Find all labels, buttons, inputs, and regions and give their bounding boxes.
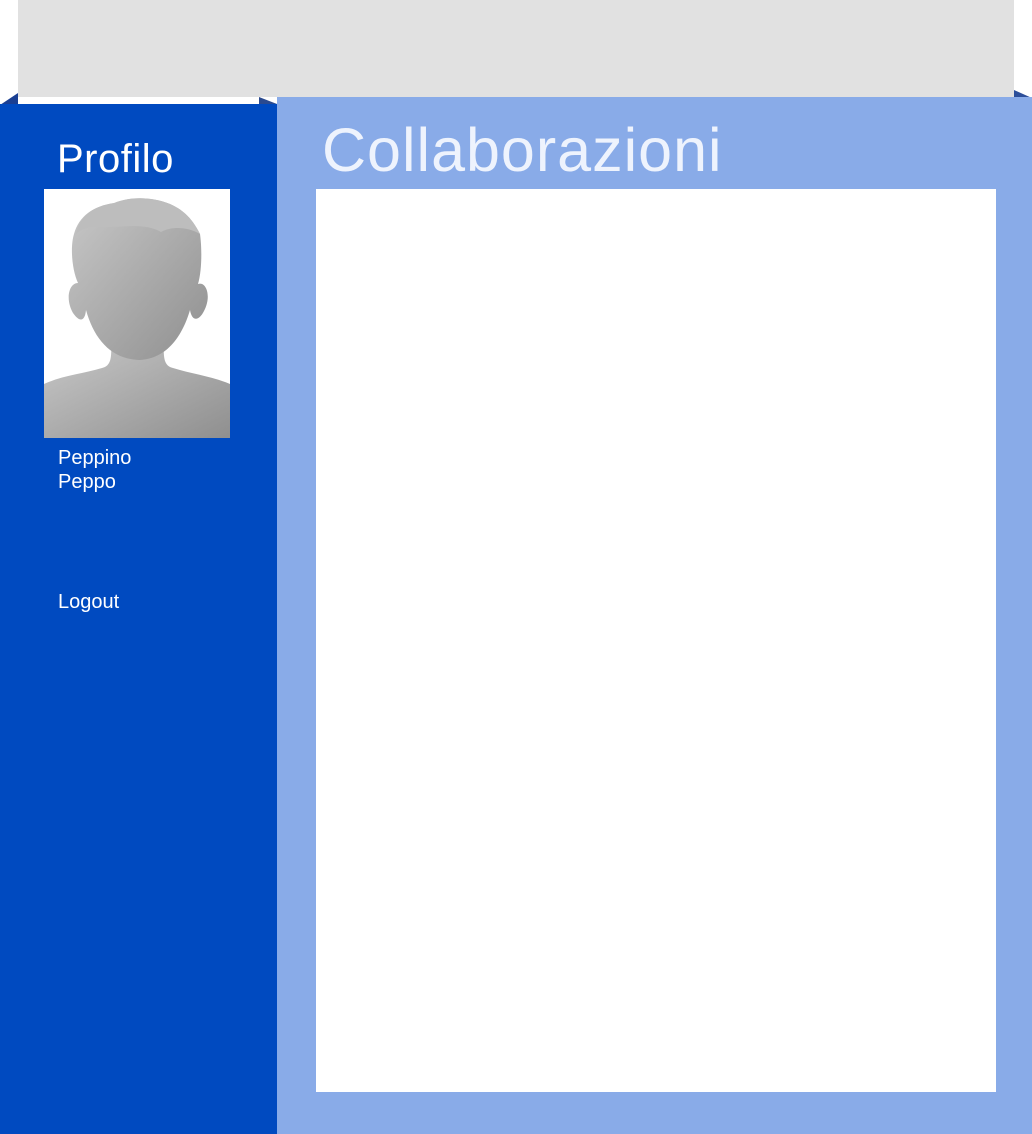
collaborations-content-panel xyxy=(316,189,996,1092)
user-last-name: Peppo xyxy=(58,471,116,493)
default-user-avatar-icon xyxy=(44,189,230,438)
app-page: Profilo Peppino Peppo Logout Collaborazi… xyxy=(0,0,1032,1134)
top-banner xyxy=(18,0,1014,97)
logout-link[interactable]: Logout xyxy=(58,590,119,614)
profile-sidebar: Profilo Peppino Peppo Logout xyxy=(0,104,277,1134)
collaborations-main: Collaborazioni xyxy=(277,97,1032,1134)
profile-title: Profilo xyxy=(57,137,174,181)
avatar xyxy=(44,189,230,438)
sidebar-top-corner xyxy=(259,97,277,104)
user-first-name: Peppino xyxy=(58,447,132,469)
page-title: Collaborazioni xyxy=(322,116,723,184)
user-name: Peppino Peppo xyxy=(58,446,228,494)
